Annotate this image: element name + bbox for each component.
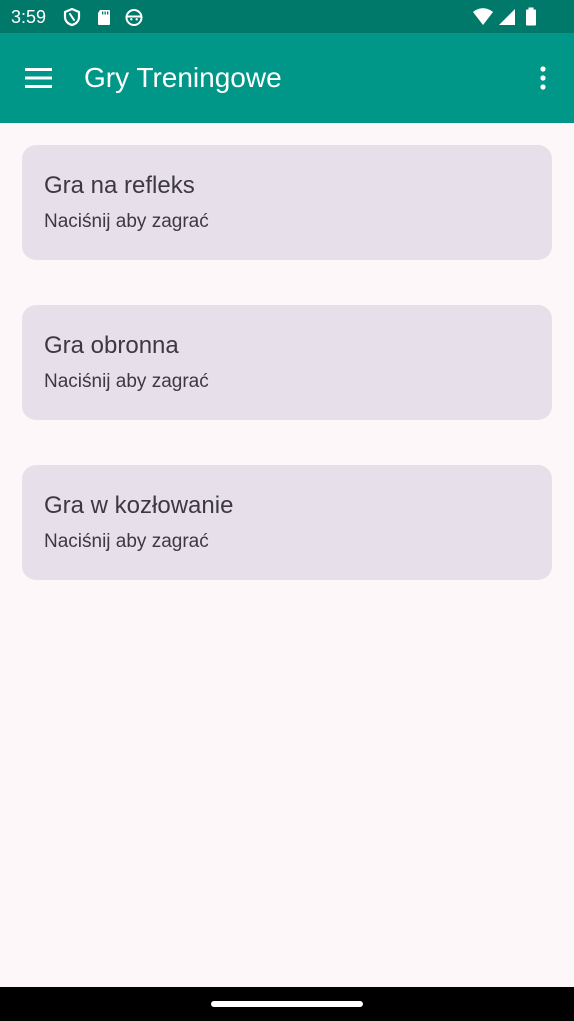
game-card-dribbling[interactable]: Gra w kozłowanie Naciśnij aby zagrać — [22, 465, 552, 580]
game-card-title: Gra w kozłowanie — [44, 492, 234, 519]
status-bar: 3:59 — [0, 0, 574, 33]
shield-icon — [63, 7, 81, 27]
hamburger-menu-button[interactable] — [14, 53, 64, 103]
wifi-icon — [473, 8, 493, 25]
robot-face-icon — [125, 9, 143, 26]
app-bar: Gry Treningowe — [0, 33, 574, 123]
game-card-title: Gra obronna — [44, 332, 179, 359]
battery-icon — [526, 7, 536, 26]
navigation-bar — [0, 987, 574, 1021]
game-list: Gra na refleks Naciśnij aby zagrać Gra o… — [22, 145, 552, 625]
game-card-title: Gra na refleks — [44, 172, 195, 199]
game-card-subtitle: Naciśnij aby zagrać — [44, 211, 209, 232]
overflow-menu-button[interactable] — [524, 53, 564, 103]
game-card-reflex[interactable]: Gra na refleks Naciśnij aby zagrać — [22, 145, 552, 260]
game-card-subtitle: Naciśnij aby zagrać — [44, 531, 209, 552]
page-title: Gry Treningowe — [84, 62, 282, 93]
game-card-defense[interactable]: Gra obronna Naciśnij aby zagrać — [22, 305, 552, 420]
signal-icon — [499, 9, 515, 25]
status-time: 3:59 — [11, 7, 47, 27]
more-vert-icon — [540, 66, 546, 90]
hamburger-menu-icon — [25, 68, 52, 88]
home-gesture-handle[interactable] — [211, 1001, 363, 1007]
sd-card-icon — [98, 10, 110, 25]
game-card-subtitle: Naciśnij aby zagrać — [44, 371, 209, 392]
